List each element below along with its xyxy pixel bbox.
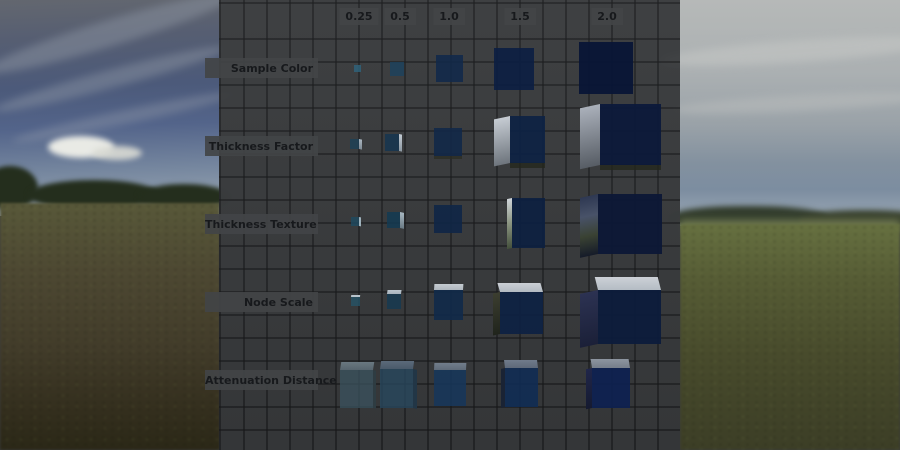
- cube-face-front: [598, 290, 661, 344]
- cube-face-side: [413, 369, 417, 409]
- column-header: 2.0: [591, 8, 623, 25]
- cube-face-side: [580, 194, 598, 258]
- cube-face-front: [340, 370, 373, 408]
- cube-face-front: [434, 205, 462, 233]
- row-label: Attenuation Distance: [205, 370, 318, 390]
- cube-face-front: [579, 42, 633, 94]
- cube-face-front: [436, 55, 463, 82]
- cube-face-front: [512, 198, 545, 248]
- cube-face-front: [434, 370, 466, 406]
- cube-face-front: [510, 116, 545, 163]
- cube-face-side: [359, 217, 361, 226]
- cube-face-front: [354, 65, 361, 72]
- cube-face-front: [592, 368, 630, 408]
- cube-face-front: [434, 290, 463, 320]
- column-header: 1.0: [433, 8, 465, 25]
- column-header: 0.5: [384, 8, 416, 25]
- cube-face-side: [494, 116, 510, 166]
- cube-face-side: [400, 212, 404, 229]
- row-label: Thickness Texture: [205, 214, 318, 234]
- row-label: Node Scale: [205, 292, 318, 312]
- row-label: Thickness Factor: [205, 136, 318, 156]
- render-viewport[interactable]: 0.25 0.5 1.0 1.5 2.0 Sample Color Thickness Fa…: [0, 0, 900, 450]
- cube-face-top: [380, 361, 414, 369]
- grass-field-left: [0, 203, 220, 450]
- cube-face-front: [385, 134, 399, 151]
- column-header: 0.25: [339, 8, 378, 25]
- cube-face-side: [493, 292, 500, 335]
- row-label: Sample Color: [205, 58, 318, 78]
- cube-face-front: [598, 194, 662, 254]
- cube-face-side: [580, 290, 598, 348]
- cube-face-front: [350, 139, 359, 149]
- cube-face-top: [595, 277, 661, 290]
- grass-field-right: [680, 224, 900, 450]
- cube-face-front: [390, 62, 404, 76]
- cube-face-top: [340, 362, 374, 370]
- cube-face-front: [387, 294, 401, 309]
- cube-face-front: [380, 369, 413, 408]
- cube-face-front: [505, 368, 538, 407]
- cube-face-front: [351, 297, 360, 306]
- cube-face-side: [399, 134, 402, 152]
- cube-face-top: [497, 283, 543, 292]
- cube-face-front: [600, 104, 661, 165]
- cube-face-top: [504, 360, 538, 368]
- cube-face-top: [591, 359, 630, 368]
- cube-face-front: [351, 217, 359, 226]
- column-header: 1.5: [504, 8, 536, 25]
- cube-face-side: [359, 139, 362, 150]
- cloud: [92, 146, 142, 160]
- cube-face-side: [373, 370, 376, 409]
- cube-face-front: [500, 292, 543, 334]
- cube-face-front: [434, 128, 462, 156]
- cube-face-side: [580, 104, 600, 169]
- cube-face-front: [387, 212, 400, 228]
- cube-face-top: [434, 363, 466, 370]
- cube-face-front: [494, 48, 534, 90]
